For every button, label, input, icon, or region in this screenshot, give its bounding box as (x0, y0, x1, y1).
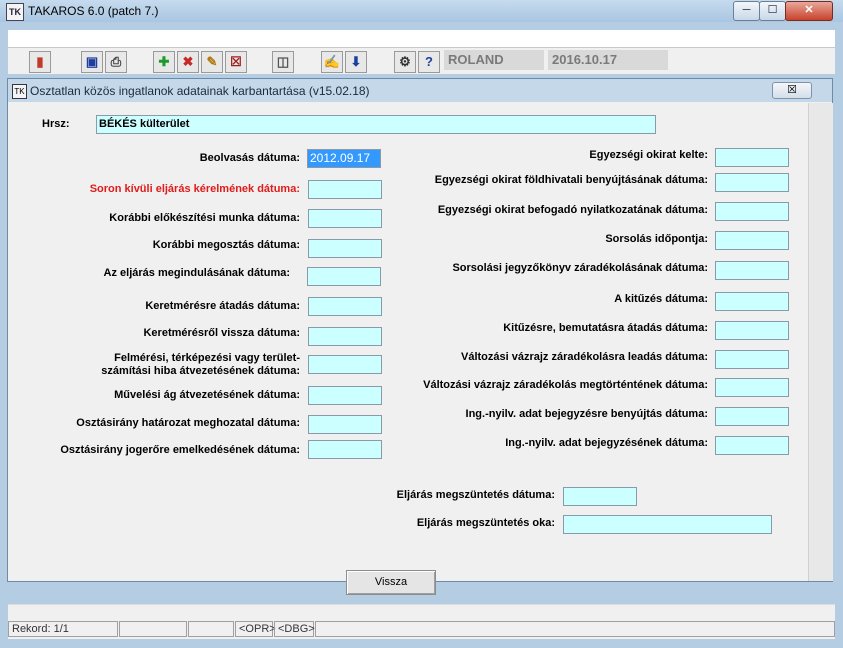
left-label-6: Keretmérésről vissza dátuma: (143, 327, 300, 339)
right-label-10: Ing.-nyilv. adat bejegyzésének dátuma: (505, 437, 708, 449)
user-field: ROLAND (444, 50, 544, 70)
app-window: TK TAKAROS 6.0 (patch 7.) ─ ☐ ✕ ▮ ▣ ⎙ ✚ … (0, 0, 843, 648)
date-field: 2016.10.17 (548, 50, 668, 70)
status-cell-rest (315, 621, 835, 637)
right-field-0[interactable] (715, 148, 789, 167)
right-field-8[interactable] (715, 378, 789, 397)
left-field-6[interactable] (308, 327, 382, 346)
right-field-9[interactable] (715, 407, 789, 426)
left-field-2[interactable] (308, 209, 382, 228)
toolbar: ▮ ▣ ⎙ ✚ ✖ ✎ ☒ ◫ ✍ ⬇ ⚙ ? ROLAND 2016.10.1… (8, 48, 835, 74)
dialog-title: Osztatlan közös ingatlanok adatainak kar… (30, 84, 370, 98)
right-field-6[interactable] (715, 321, 789, 340)
maximize-button[interactable]: ☐ (759, 1, 786, 21)
termination-reason-field[interactable] (563, 515, 772, 534)
add-icon[interactable]: ✚ (153, 51, 175, 73)
settings-icon[interactable]: ⚙ (394, 51, 416, 73)
menu-strip (8, 30, 835, 48)
title-bar: TK TAKAROS 6.0 (patch 7.) ─ ☐ ✕ (0, 0, 843, 22)
status-cell-2 (119, 621, 187, 637)
right-field-7[interactable] (715, 350, 789, 369)
right-label-3: Sorsolás időpontja: (605, 233, 708, 245)
left-label-10: Osztásirány jogerőre emelkedésének dátum… (60, 444, 300, 456)
status-bar: Rekord: 1/1 <OPR> <DBG> (8, 619, 835, 639)
dialog-close-button[interactable]: ☒ (772, 82, 812, 99)
dialog-icon: TK (12, 84, 27, 99)
window-title: TAKAROS 6.0 (patch 7.) (28, 4, 159, 18)
record-counter: Rekord: 1/1 (8, 621, 118, 637)
left-field-1[interactable] (308, 180, 382, 199)
notes-icon[interactable]: ✍ (321, 51, 343, 73)
right-field-3[interactable] (715, 231, 789, 250)
left-label-7b: számítási hiba átvezetésének dátuma: (101, 365, 300, 377)
left-field-8[interactable] (308, 386, 382, 405)
left-label-4: Az eljárás megindulásának dátuma: (103, 267, 290, 279)
close-button[interactable]: ✕ (785, 1, 833, 21)
scan-date-field[interactable]: 2012.09.17 (307, 149, 381, 168)
maintenance-dialog: TK Osztatlan közös ingatlanok adatainak … (7, 78, 833, 595)
hrsz-field[interactable]: BÉKÉS külterület (96, 115, 656, 134)
left-label-8: Művelési ág átvezetésének dátuma: (114, 389, 300, 401)
right-field-2[interactable] (715, 202, 789, 221)
back-button[interactable]: Vissza (346, 570, 436, 595)
right-label-0: Egyezségi okirat kelte: (589, 149, 708, 161)
left-field-4[interactable] (307, 267, 381, 286)
cancel-edit-icon[interactable]: ☒ (225, 51, 247, 73)
left-field-7[interactable] (308, 355, 382, 374)
opr-indicator: <OPR> (235, 621, 276, 637)
right-label-9: Ing.-nyilv. adat bejegyzésre benyújtás d… (465, 408, 708, 420)
database-icon[interactable]: ◫ (272, 51, 294, 73)
hrsz-label: Hrsz: (42, 118, 70, 130)
termination-reason-label: Eljárás megszüntetés oka: (416, 517, 555, 529)
right-label-1: Egyezségi okirat földhivatali benyújtásá… (434, 174, 708, 186)
right-label-5: A kitűzés dátuma: (614, 293, 708, 305)
left-label-9: Osztásirány határozat meghozatal dátuma: (76, 417, 300, 429)
minimize-button[interactable]: ─ (733, 1, 760, 21)
dialog-title-bar: TK Osztatlan közös ingatlanok adatainak … (8, 79, 832, 102)
left-label-1: Soron kívüli eljárás kérelmének dátuma: (89, 183, 300, 195)
download-icon[interactable]: ⬇ (345, 51, 367, 73)
right-label-2: Egyezségi okirat befogadó nyilatkozatána… (437, 204, 708, 216)
left-label-0: Beolvasás dátuma: (199, 152, 300, 164)
left-label-5: Keretmérésre átadás dátuma: (145, 300, 300, 312)
left-label-3: Korábbi megosztás dátuma: (152, 239, 300, 251)
status-cell-3 (188, 621, 234, 637)
left-label-2: Korábbi előkészítési munka dátuma: (109, 212, 300, 224)
right-field-1[interactable] (715, 173, 789, 192)
help-icon[interactable]: ? (418, 51, 440, 73)
right-field-5[interactable] (715, 292, 789, 311)
right-label-6: Kitűzésre, bemutatásra átadás dátuma: (503, 322, 708, 334)
exit-icon[interactable]: ▮ (29, 51, 51, 73)
save-icon[interactable]: ▣ (81, 51, 103, 73)
right-label-7: Változási vázrajz záradékolásra leadás d… (460, 351, 708, 363)
left-field-9[interactable] (308, 415, 382, 434)
app-icon: TK (6, 3, 24, 21)
right-label-4: Sorsolási jegyzőkönyv záradékolásának dá… (452, 262, 708, 274)
left-field-10[interactable] (308, 440, 382, 459)
right-field-4[interactable] (715, 261, 789, 280)
left-label-7a: Felmérési, térképezési vagy terület- (114, 352, 300, 364)
left-field-3[interactable] (308, 239, 382, 258)
right-field-10[interactable] (715, 436, 789, 455)
edit-icon[interactable]: ✎ (201, 51, 223, 73)
termination-date-field[interactable] (563, 487, 637, 506)
dbg-indicator: <DBG> (274, 621, 315, 637)
termination-date-label: Eljárás megszüntetés dátuma: (396, 489, 555, 501)
dialog-scrollbar[interactable] (808, 103, 833, 581)
print-icon[interactable]: ⎙ (105, 51, 127, 73)
right-label-8: Változási vázrajz záradékolás megtörtént… (423, 379, 708, 391)
left-field-5[interactable] (308, 297, 382, 316)
horizontal-scrollbar[interactable] (8, 604, 835, 619)
delete-icon[interactable]: ✖ (177, 51, 199, 73)
dialog-body: Hrsz: BÉKÉS külterület Beolvasás dátuma:… (8, 103, 808, 595)
